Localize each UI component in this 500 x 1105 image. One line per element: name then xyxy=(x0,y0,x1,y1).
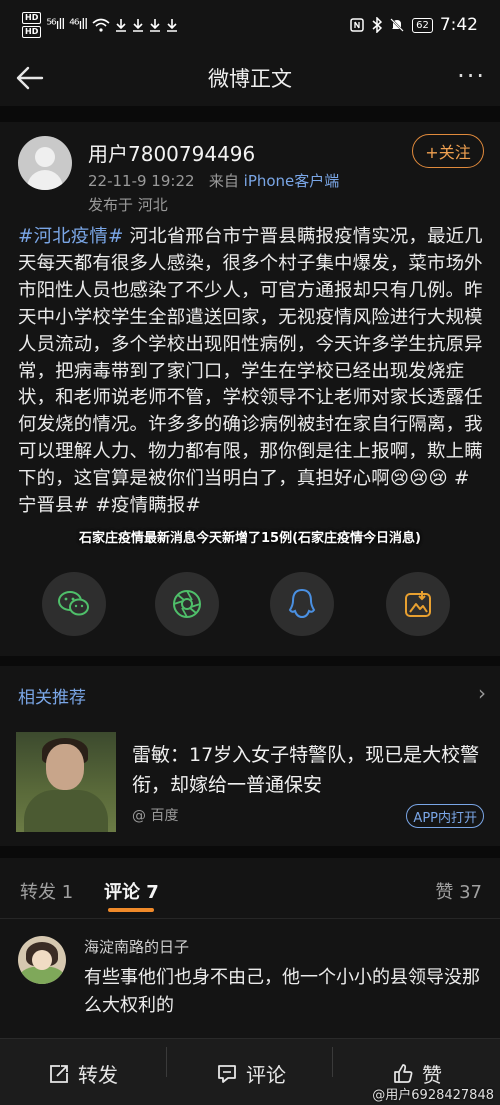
hashtag-link[interactable]: #河北疫情# xyxy=(18,226,124,247)
more-options-icon[interactable]: ··· xyxy=(457,64,486,88)
overlay-caption: 石家庄疫情最新消息今天新增了15例(石家庄疫情今日消息) xyxy=(79,531,421,546)
repost-icon xyxy=(50,1064,68,1083)
tab-like[interactable]: 赞 37 xyxy=(435,878,482,904)
follow-button[interactable]: +关注 xyxy=(412,134,484,168)
download-icon xyxy=(116,19,127,32)
share-row xyxy=(0,572,500,636)
qq-share-button[interactable] xyxy=(270,572,334,636)
related-card[interactable]: 雷敏：17岁入女子特警队，现已是大校警衔，却嫁给一普通保安 @ 百度 APP内打… xyxy=(0,720,500,844)
tab-repost[interactable]: 转发 1 xyxy=(20,878,73,904)
page-title: 微博正文 xyxy=(208,67,292,91)
hd-indicators: HD HD xyxy=(22,12,42,38)
save-image-button[interactable] xyxy=(386,572,450,636)
repost-label: 转发 xyxy=(78,1063,118,1087)
related-headline[interactable]: 雷敏：17岁入女子特警队，现已是大校警衔，却嫁给一普通保安 xyxy=(132,740,488,800)
hd-badge: HD xyxy=(22,12,42,24)
comment-avatar[interactable] xyxy=(18,936,66,984)
post-header: 用户7800794496 22-11-9 19:22 来自 iPhone客户端 … xyxy=(0,122,500,222)
moments-share-button[interactable] xyxy=(155,572,219,636)
tab-comment[interactable]: 评论 7 xyxy=(104,878,159,904)
comment-label: 评论 xyxy=(246,1063,286,1087)
related-header[interactable]: 相关推荐 › xyxy=(0,666,500,716)
comment-text: 有些事他们也身不由己，他一个小小的县领导没那么大权利的 xyxy=(84,967,480,1016)
source-label: 来自 xyxy=(208,172,239,190)
mute-icon xyxy=(390,18,404,32)
username[interactable]: 用户7800794496 xyxy=(88,138,255,167)
watermark: @用户6928427848 xyxy=(372,1088,494,1103)
post-datetime: 22-11-9 19:22 xyxy=(88,172,195,190)
related-source: @ 百度 xyxy=(132,808,179,824)
thumbnail-uniform xyxy=(24,790,108,832)
status-bar-left: HD HD ⁵⁶ıll ⁴⁶ıll xyxy=(22,12,178,38)
separator xyxy=(332,1047,333,1077)
moments-icon xyxy=(173,590,201,618)
avatar-body xyxy=(27,170,63,190)
nav-bar: 微博正文 ··· xyxy=(0,50,500,106)
wechat-share-button[interactable] xyxy=(42,572,106,636)
gallery-icon xyxy=(405,591,431,617)
avatar-head xyxy=(35,147,55,167)
wechat-icon xyxy=(58,591,89,616)
hd-badge: HD xyxy=(22,26,42,38)
status-bar: HD HD ⁵⁶ıll ⁴⁶ıll 62 7:42 xyxy=(0,0,500,50)
comment-username[interactable]: 海淀南路的日子 xyxy=(84,936,189,957)
post-body: #河北疫情# 河北省邢台市宁晋县瞒报疫情实况，最近几天每天都有很多人感染，很多个… xyxy=(18,224,488,534)
clock: 7:42 xyxy=(439,15,478,35)
download-icon xyxy=(133,19,144,32)
download-icon xyxy=(167,19,178,32)
divider xyxy=(0,106,500,122)
comment-tabs: 转发 1 评论 7 赞 37 xyxy=(0,858,500,918)
divider xyxy=(0,846,500,858)
comment-avatar-face xyxy=(32,950,52,970)
download-icon xyxy=(150,19,161,32)
qq-icon xyxy=(288,588,316,619)
back-arrow-icon[interactable] xyxy=(12,60,48,96)
post-source[interactable]: iPhone客户端 xyxy=(244,172,340,190)
status-bar-right: 62 7:42 xyxy=(349,15,478,35)
post-meta: 22-11-9 19:22 来自 iPhone客户端 xyxy=(88,170,339,191)
avatar[interactable] xyxy=(18,136,72,190)
thumbnail-face xyxy=(46,744,84,790)
signal-icon: ⁵⁶ıll xyxy=(46,17,65,33)
open-in-app-button[interactable]: APP内打开 xyxy=(406,804,484,828)
repost-button[interactable]: 转发 xyxy=(48,1059,118,1088)
related-thumbnail xyxy=(16,732,116,832)
divider xyxy=(0,918,500,919)
comment-button[interactable]: 评论 xyxy=(216,1059,286,1088)
nfc-icon xyxy=(350,18,364,32)
post-location: 发布于 河北 xyxy=(88,196,168,214)
separator xyxy=(166,1047,167,1077)
thumbs-up-icon xyxy=(394,1063,413,1083)
comment-item[interactable]: 海淀南路的日子 有些事他们也身不由己，他一个小小的县领导没那么大权利的 xyxy=(0,930,500,1038)
wifi-icon xyxy=(92,18,110,32)
related-title: 相关推荐 xyxy=(18,688,86,708)
chevron-right-icon[interactable]: › xyxy=(478,681,486,705)
post-text: 河北省邢台市宁晋县瞒报疫情实况，最近几天每天都有很多人感染，很多个村子集中爆发，… xyxy=(18,226,483,517)
battery-icon: 62 xyxy=(412,17,433,33)
bluetooth-icon xyxy=(372,17,383,33)
active-tab-indicator xyxy=(108,908,154,912)
comment-icon xyxy=(218,1064,236,1083)
signal-icon: ⁴⁶ıll xyxy=(69,17,88,33)
divider xyxy=(0,656,500,666)
